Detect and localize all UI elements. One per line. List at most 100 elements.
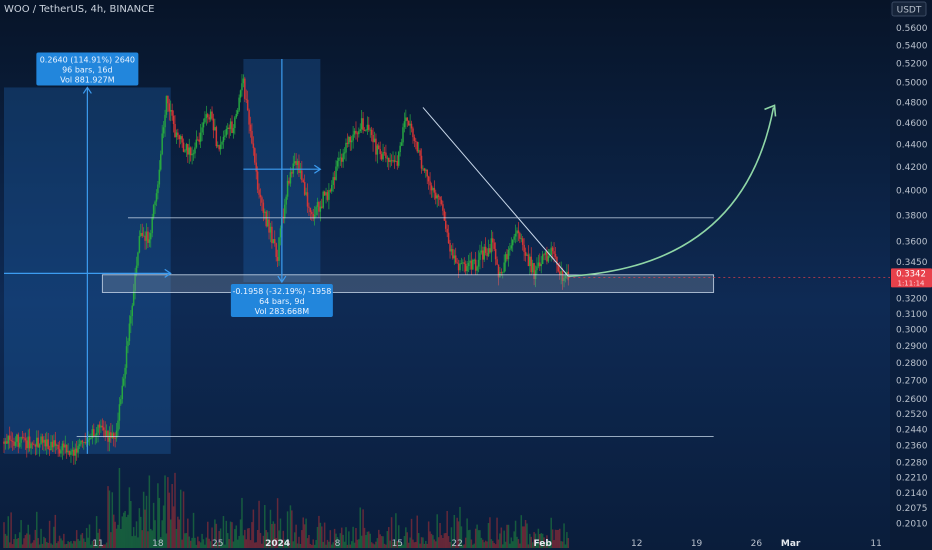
candle-body bbox=[439, 196, 441, 200]
candle-body bbox=[389, 160, 391, 162]
volume-bar bbox=[524, 520, 527, 548]
volume-bar bbox=[104, 544, 106, 548]
candle-body bbox=[419, 150, 421, 156]
volume-bar bbox=[81, 533, 84, 548]
volume-bar bbox=[326, 539, 329, 548]
volume-bar bbox=[299, 543, 302, 548]
candle-body bbox=[450, 249, 453, 252]
candle-body bbox=[544, 251, 547, 255]
candle-body bbox=[234, 117, 236, 129]
volume-bar bbox=[135, 521, 138, 548]
volume-bar bbox=[207, 521, 209, 548]
volume-bar bbox=[379, 534, 381, 548]
time-tick-label: 25 bbox=[212, 539, 223, 549]
candle-body bbox=[288, 180, 290, 184]
candle-body bbox=[329, 190, 332, 192]
volume-bar bbox=[298, 536, 300, 548]
price-tick-label: 0.2010 bbox=[896, 519, 928, 529]
candle-body bbox=[299, 170, 302, 173]
price-chart[interactable]: 0.2640 (114.91%) 264096 bars, 16dVol 881… bbox=[0, 0, 932, 550]
volume-bar bbox=[117, 524, 119, 548]
candle-body bbox=[241, 83, 243, 91]
candle-body bbox=[131, 305, 133, 317]
candle-body bbox=[244, 78, 246, 99]
volume-bar bbox=[48, 520, 51, 548]
volume-bar bbox=[467, 530, 470, 548]
time-tick-label: 11 bbox=[92, 539, 103, 549]
candle-body bbox=[3, 441, 5, 444]
candle-body bbox=[275, 243, 277, 257]
candle-body bbox=[204, 118, 206, 123]
volume-bar bbox=[551, 529, 554, 548]
candle-body bbox=[7, 435, 10, 444]
candle-body bbox=[427, 176, 430, 182]
volume-bar bbox=[331, 544, 333, 548]
candle-body bbox=[338, 158, 340, 161]
candle-body bbox=[298, 160, 300, 173]
candle-body bbox=[144, 235, 146, 241]
volume-bar bbox=[60, 538, 62, 548]
candle-body bbox=[78, 444, 81, 446]
candle-body bbox=[296, 160, 299, 166]
candle-body bbox=[507, 249, 510, 260]
volume-bar bbox=[419, 543, 421, 548]
volume-bar bbox=[244, 529, 246, 548]
candle-body bbox=[157, 184, 159, 194]
candle-body bbox=[323, 191, 326, 196]
volume-bar bbox=[506, 524, 508, 548]
candle-body bbox=[326, 192, 329, 200]
volume-bar bbox=[124, 510, 126, 548]
candle-body bbox=[6, 441, 8, 444]
candle-body bbox=[524, 251, 527, 256]
price-tick-label: 0.5400 bbox=[896, 41, 928, 51]
candle-body bbox=[262, 202, 265, 213]
volume-bar bbox=[7, 516, 10, 548]
candle-body bbox=[460, 263, 463, 264]
candle-body bbox=[36, 437, 38, 447]
candle-body bbox=[179, 136, 182, 140]
measure-label-line: Vol 881.927M bbox=[60, 75, 115, 84]
candle-body bbox=[442, 204, 444, 211]
volume-bar bbox=[10, 512, 12, 548]
candle-body bbox=[479, 252, 481, 260]
volume-bar bbox=[178, 519, 181, 548]
volume-bar bbox=[78, 540, 81, 548]
volume-bar bbox=[55, 543, 58, 548]
price-tick-label: 0.4400 bbox=[896, 140, 928, 150]
volume-bar bbox=[363, 527, 366, 548]
measure-label-line: -0.1958 (-32.19%) -1958 bbox=[232, 287, 331, 296]
candle-body bbox=[38, 444, 41, 448]
candle-body bbox=[201, 127, 203, 133]
volume-bar bbox=[370, 542, 373, 548]
candle-body bbox=[80, 440, 82, 445]
currency-button[interactable]: USDT bbox=[891, 1, 927, 17]
candle-body bbox=[395, 161, 397, 162]
volume-bar bbox=[224, 544, 226, 548]
candle-body bbox=[454, 255, 457, 263]
volume-bar bbox=[26, 533, 28, 548]
candle-body bbox=[65, 444, 68, 453]
volume-bar bbox=[472, 544, 474, 548]
price-tick-label: 0.3100 bbox=[896, 310, 928, 320]
price-tick-label: 0.2700 bbox=[896, 377, 928, 387]
candle-body bbox=[355, 130, 357, 134]
volume-bar bbox=[131, 536, 133, 548]
candle-body bbox=[541, 254, 544, 265]
volume-bar bbox=[346, 544, 349, 548]
candle-body bbox=[172, 115, 175, 125]
volume-bar bbox=[111, 492, 114, 548]
candle-body bbox=[103, 427, 105, 431]
volume-bar bbox=[58, 535, 61, 548]
candle-body bbox=[31, 443, 34, 445]
candle-body bbox=[259, 194, 262, 198]
volume-bar bbox=[499, 533, 501, 548]
volume-bar bbox=[54, 514, 57, 548]
candle-body bbox=[449, 243, 451, 252]
candle-body bbox=[95, 432, 98, 436]
volume-bar bbox=[469, 529, 471, 548]
candle-body bbox=[423, 168, 426, 171]
volume-bar bbox=[474, 528, 477, 548]
price-tick-label: 0.2900 bbox=[896, 342, 928, 352]
volume-bar bbox=[466, 518, 468, 548]
volume-bar bbox=[234, 529, 236, 548]
